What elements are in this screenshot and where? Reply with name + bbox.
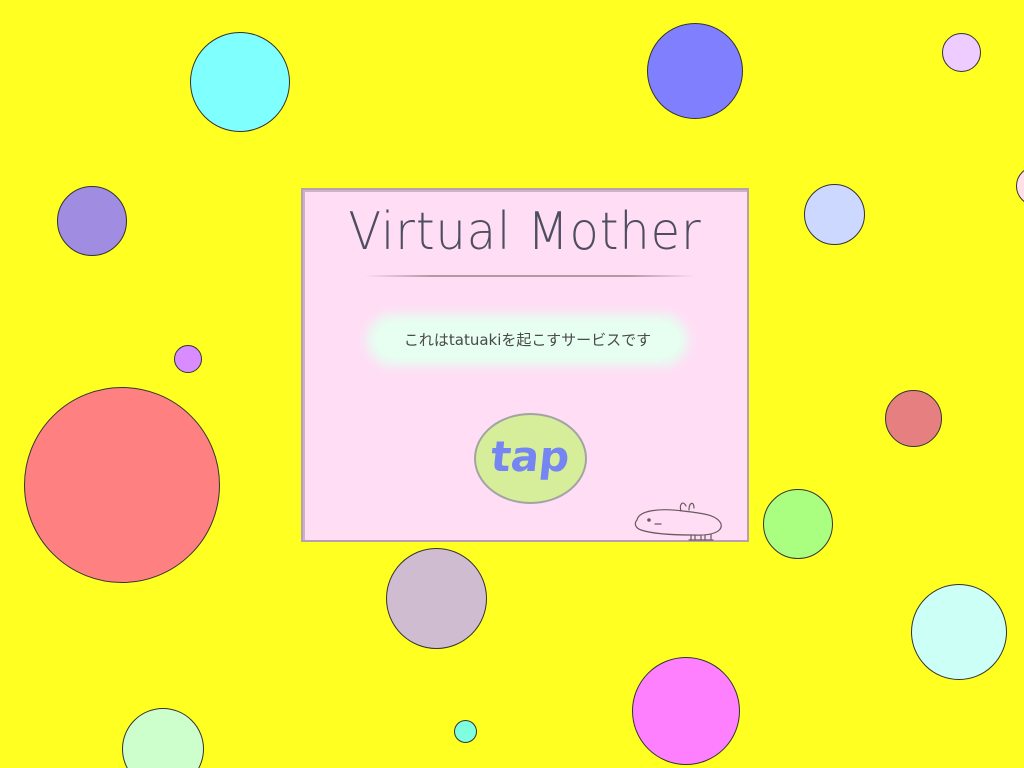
background-canvas: Virtual Mother これはtatuakiを起こすサービスです tap	[0, 0, 1024, 768]
decorative-circle	[174, 345, 202, 373]
service-description: これはtatuakiを起こすサービスです	[375, 322, 680, 358]
decorative-circle	[190, 32, 290, 132]
title-divider	[365, 275, 695, 277]
decorative-circle	[24, 387, 220, 583]
decorative-circle	[942, 33, 981, 72]
title-card: Virtual Mother これはtatuakiを起こすサービスです tap	[301, 188, 749, 542]
decorative-circle	[885, 390, 942, 447]
tap-button-label: tap	[488, 432, 573, 481]
decorative-circle	[122, 708, 204, 768]
decorative-circle	[632, 657, 740, 765]
decorative-circle	[57, 186, 127, 256]
app-title: Virtual Mother	[348, 202, 702, 262]
decorative-circle	[911, 584, 1007, 680]
decorative-circle	[804, 184, 865, 245]
decorative-circle	[454, 720, 477, 743]
decorative-circle	[763, 489, 833, 559]
rabbit-doodle-icon	[634, 502, 722, 541]
decorative-circle	[1016, 166, 1024, 206]
decorative-circle	[647, 23, 743, 119]
decorative-circle	[386, 548, 487, 649]
tap-button[interactable]: tap	[474, 413, 587, 504]
